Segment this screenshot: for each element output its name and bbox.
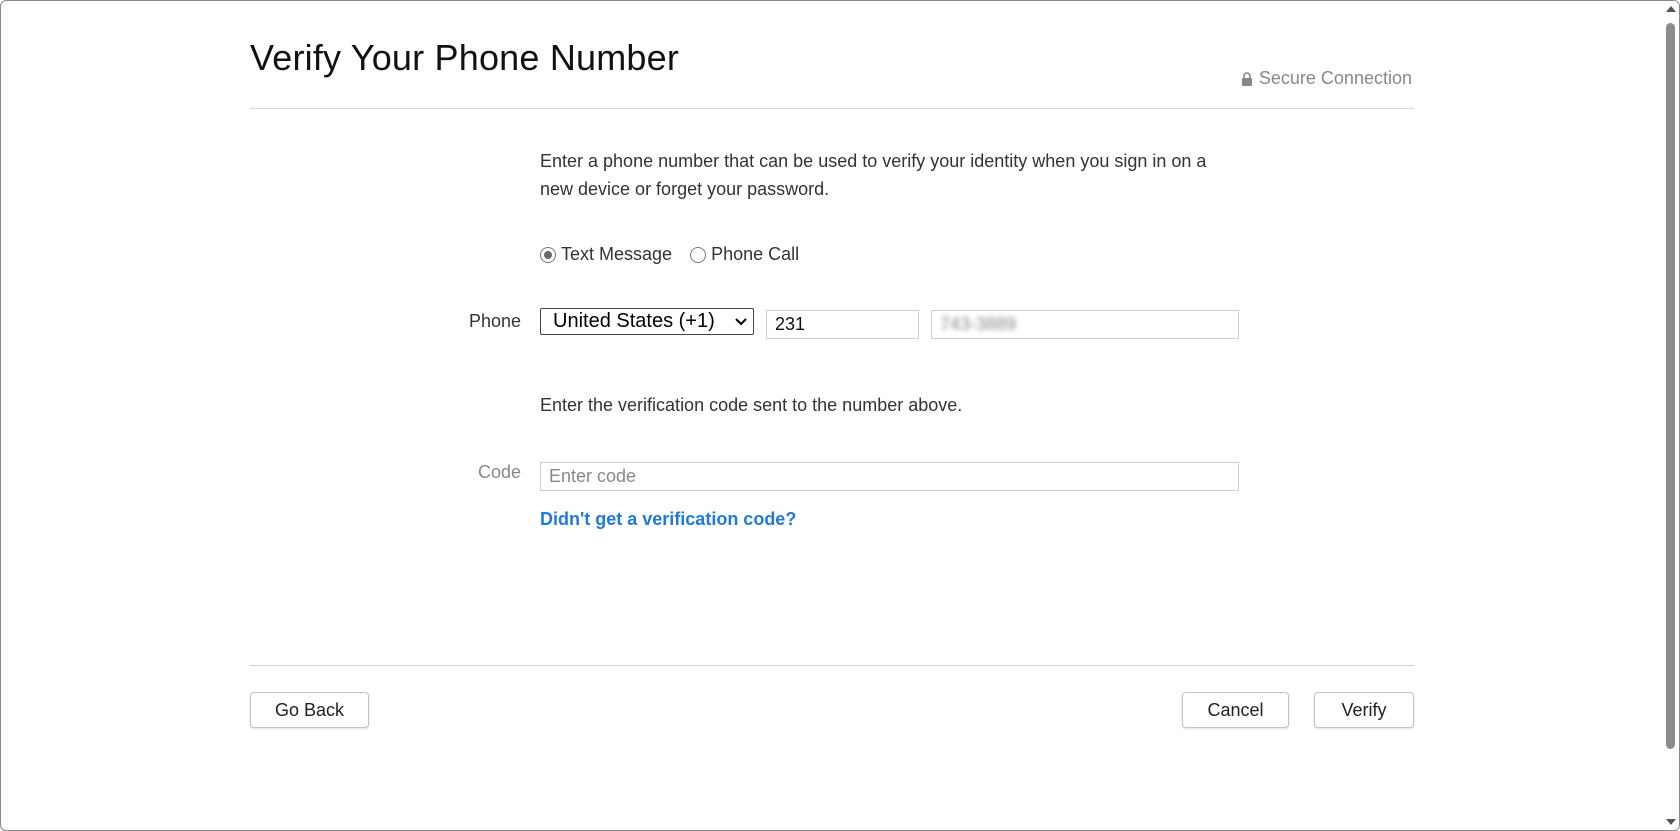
secure-connection-label: Secure Connection — [1258, 68, 1412, 88]
footer-divider — [250, 665, 1414, 666]
secure-connection: Secure Connection — [1241, 68, 1412, 89]
form-description: Enter a phone number that can be used to… — [540, 151, 1207, 199]
area-code-value: 231 — [775, 314, 806, 334]
text-message-radio[interactable] — [540, 246, 556, 263]
code-label: Code — [477, 462, 521, 482]
verification-method-group: Text Message Phone Call — [540, 244, 817, 265]
text-message-label: Text Message — [561, 244, 673, 264]
go-back-button[interactable]: Go Back — [250, 692, 369, 728]
resend-code-link[interactable]: Didn't get a verification code? — [540, 509, 796, 530]
phone-number-input[interactable]: 743-3889 — [931, 310, 1239, 339]
scroll-down-arrow-icon[interactable] — [1666, 819, 1676, 825]
phone-call-radio[interactable] — [690, 246, 707, 263]
scroll-up-arrow-icon[interactable] — [1666, 6, 1676, 12]
header-divider — [250, 108, 1414, 109]
vertical-scrollbar[interactable] — [1662, 1, 1679, 830]
chevron-down-icon — [735, 317, 747, 325]
dialog-window: Verify Your Phone Number Secure Connecti… — [0, 0, 1680, 831]
phone-call-option[interactable]: Phone Call — [690, 244, 799, 265]
country-select[interactable]: United States (+1) — [540, 308, 754, 335]
page-title: Verify Your Phone Number — [250, 37, 680, 78]
cancel-button[interactable]: Cancel — [1182, 692, 1289, 728]
verification-instruction: Enter the verification code sent to the … — [540, 395, 963, 415]
text-message-option[interactable]: Text Message — [540, 244, 672, 265]
code-placeholder: Enter code — [549, 466, 637, 486]
phone-call-label: Phone Call — [711, 244, 800, 264]
phone-label: Phone — [468, 311, 521, 331]
verify-button[interactable]: Verify — [1314, 692, 1414, 728]
phone-number-value: 743-3889 — [940, 314, 1017, 334]
country-selected-value: United States (+1) — [553, 310, 715, 332]
scroll-thumb[interactable] — [1666, 23, 1675, 749]
lock-icon — [1241, 71, 1252, 86]
verification-code-input[interactable]: Enter code — [540, 462, 1239, 491]
area-code-input[interactable]: 231 — [766, 310, 919, 339]
